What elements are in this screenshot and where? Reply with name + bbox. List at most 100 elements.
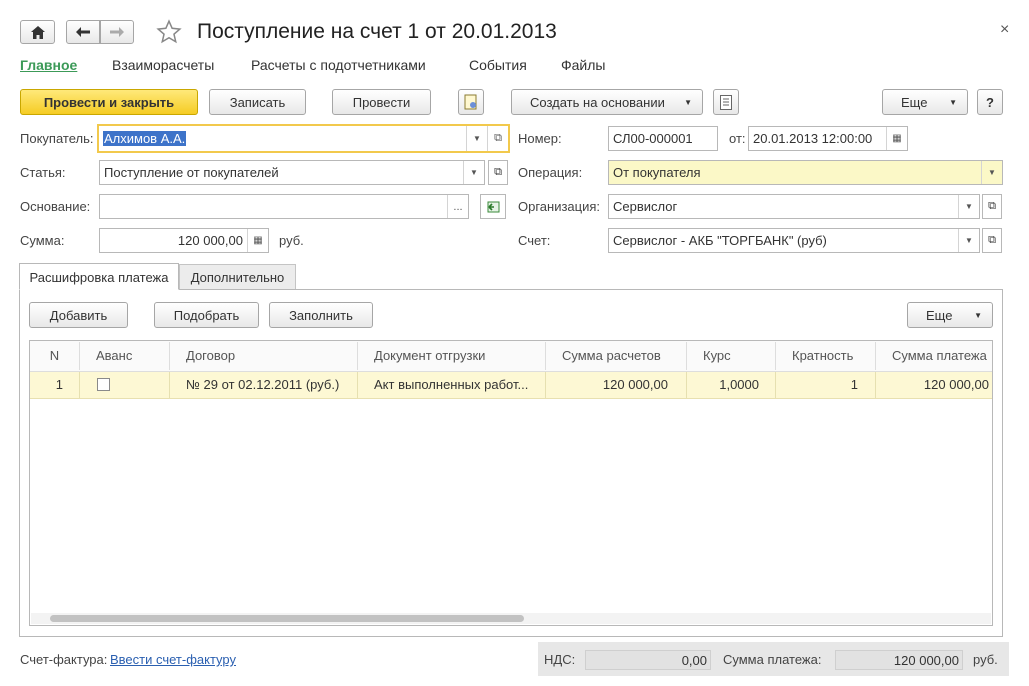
vat-value: 0,00: [585, 650, 711, 670]
column-header-contract[interactable]: Договор: [170, 342, 358, 370]
amount-label: Сумма:: [20, 233, 65, 248]
enter-invoice-link[interactable]: Ввести счет-фактуру: [110, 652, 236, 667]
chevron-down-icon[interactable]: ▼: [981, 161, 1002, 184]
save-button[interactable]: Записать: [209, 89, 306, 115]
create-based-on-button[interactable]: Создать на основании ▼: [511, 89, 703, 115]
calculator-icon[interactable]: ▦: [247, 229, 268, 252]
tab-payment-breakdown[interactable]: Расшифровка платежа: [19, 263, 179, 290]
tab-files[interactable]: Файлы: [561, 57, 605, 73]
organization-field[interactable]: Сервислог ▼: [608, 194, 980, 219]
article-label: Статья:: [20, 165, 66, 180]
post-button[interactable]: Провести: [332, 89, 431, 115]
row-shipment-doc: Акт выполненных работ...: [358, 372, 546, 398]
back-button[interactable]: [66, 20, 100, 44]
more-button[interactable]: Еще ▼: [882, 89, 968, 115]
report-button[interactable]: [458, 89, 484, 115]
account-label: Счет:: [518, 233, 551, 248]
tab-events[interactable]: События: [469, 57, 527, 73]
row-payment-sum: 120 000,00: [923, 377, 989, 392]
scrollbar-thumb[interactable]: [50, 615, 524, 622]
select-basis-button[interactable]: [480, 194, 506, 219]
row-multiplicity: 1: [776, 372, 876, 398]
basis-field[interactable]: ...: [99, 194, 469, 219]
row-rate: 1,0000: [687, 372, 776, 398]
buyer-value: Алхимов А.А.: [103, 131, 187, 146]
create-based-on-label: Создать на основании: [530, 94, 665, 110]
operation-field[interactable]: От покупателя ▼: [608, 160, 1003, 185]
chevron-down-icon[interactable]: ▼: [958, 195, 979, 218]
post-and-close-button[interactable]: Провести и закрыть: [20, 89, 198, 115]
organization-label: Организация:: [518, 199, 601, 214]
row-contract: № 29 от 02.12.2011 (руб.): [170, 372, 358, 398]
row-number: 1: [30, 372, 80, 398]
chevron-down-icon: ▼: [974, 310, 982, 320]
row-advance-cell: [80, 372, 170, 398]
amount-value: 120 000,00: [177, 233, 243, 248]
more-label: Еще: [901, 94, 928, 110]
date-value: 20.01.2013 12:00:00: [753, 131, 873, 146]
basis-label: Основание:: [20, 199, 91, 214]
article-field[interactable]: Поступление от покупателей ▼: [99, 160, 485, 185]
date-from-label: от:: [729, 131, 746, 146]
help-button[interactable]: ?: [977, 89, 1003, 115]
home-icon: [30, 25, 45, 39]
arrow-right-icon: [110, 27, 124, 37]
table-more-button[interactable]: Еще ▼: [907, 302, 993, 328]
open-icon[interactable]: ⧉: [488, 160, 508, 185]
open-icon[interactable]: ⧉: [982, 194, 1002, 219]
payment-sum-label: Сумма платежа:: [723, 652, 822, 667]
horizontal-scrollbar[interactable]: [31, 613, 991, 624]
payment-sum-value: 120 000,00: [835, 650, 963, 670]
number-label: Номер:: [518, 131, 562, 146]
chevron-down-icon[interactable]: ▼: [466, 126, 487, 151]
amount-currency: руб.: [279, 233, 304, 248]
article-value: Поступление от покупателей: [104, 165, 279, 180]
star-icon[interactable]: [156, 19, 182, 45]
document-report-icon: [464, 94, 477, 110]
tab-settlements[interactable]: Взаиморасчеты: [112, 57, 214, 73]
buyer-field[interactable]: Алхимов А.А. ▼ ⧉: [97, 124, 510, 153]
open-icon[interactable]: ⧉: [982, 228, 1002, 253]
calendar-icon[interactable]: ▦: [886, 127, 907, 150]
operation-value: От покупателя: [613, 165, 701, 180]
column-header-settlement-sum[interactable]: Сумма расчетов: [546, 342, 687, 370]
chevron-down-icon: ▼: [949, 97, 957, 107]
open-icon[interactable]: ⧉: [487, 126, 508, 151]
advance-checkbox[interactable]: [97, 378, 110, 391]
number-field[interactable]: СЛ00-000001: [608, 126, 718, 151]
operation-label: Операция:: [518, 165, 583, 180]
add-button[interactable]: Добавить: [29, 302, 128, 328]
organization-value: Сервислог: [613, 199, 678, 214]
print-button[interactable]: [713, 89, 739, 115]
chevron-down-icon[interactable]: ▼: [463, 161, 484, 184]
amount-field[interactable]: 120 000,00 ▦: [99, 228, 269, 253]
account-field[interactable]: Сервислог - АКБ "ТОРГБАНК" (руб) ▼: [608, 228, 980, 253]
close-icon[interactable]: ×: [1000, 21, 1009, 39]
arrow-left-icon: [76, 27, 90, 37]
tab-main[interactable]: Главное: [20, 57, 77, 73]
column-header-advance[interactable]: Аванс: [80, 342, 170, 370]
home-button[interactable]: [20, 20, 55, 44]
row-settlement-sum: 120 000,00: [546, 372, 687, 398]
document-list-icon: [720, 94, 732, 110]
tab-accountable-persons[interactable]: Расчеты с подотчетниками: [251, 57, 426, 73]
pick-button[interactable]: Подобрать: [154, 302, 259, 328]
fill-button[interactable]: Заполнить: [269, 302, 373, 328]
date-field[interactable]: 20.01.2013 12:00:00 ▦: [748, 126, 908, 151]
vat-label: НДС:: [544, 652, 576, 667]
account-value: Сервислог - АКБ "ТОРГБАНК" (руб): [613, 233, 827, 248]
chevron-down-icon[interactable]: ▼: [958, 229, 979, 252]
arrow-select-icon: [487, 201, 500, 212]
page-title: Поступление на счет 1 от 20.01.2013: [197, 20, 557, 43]
column-header-multiplicity[interactable]: Кратность: [776, 342, 876, 370]
column-header-rate[interactable]: Курс: [687, 342, 776, 370]
invoice-label: Счет-фактура:: [20, 652, 108, 667]
forward-button[interactable]: [100, 20, 134, 44]
tab-additional[interactable]: Дополнительно: [179, 264, 296, 290]
ellipsis-icon[interactable]: ...: [447, 195, 468, 218]
footer-currency: руб.: [973, 652, 998, 667]
chevron-down-icon: ▼: [684, 97, 692, 107]
column-header-shipment-doc[interactable]: Документ отгрузки: [358, 342, 546, 370]
column-header-payment-sum[interactable]: Сумма платежа: [876, 342, 992, 370]
column-header-n[interactable]: N: [30, 342, 80, 370]
